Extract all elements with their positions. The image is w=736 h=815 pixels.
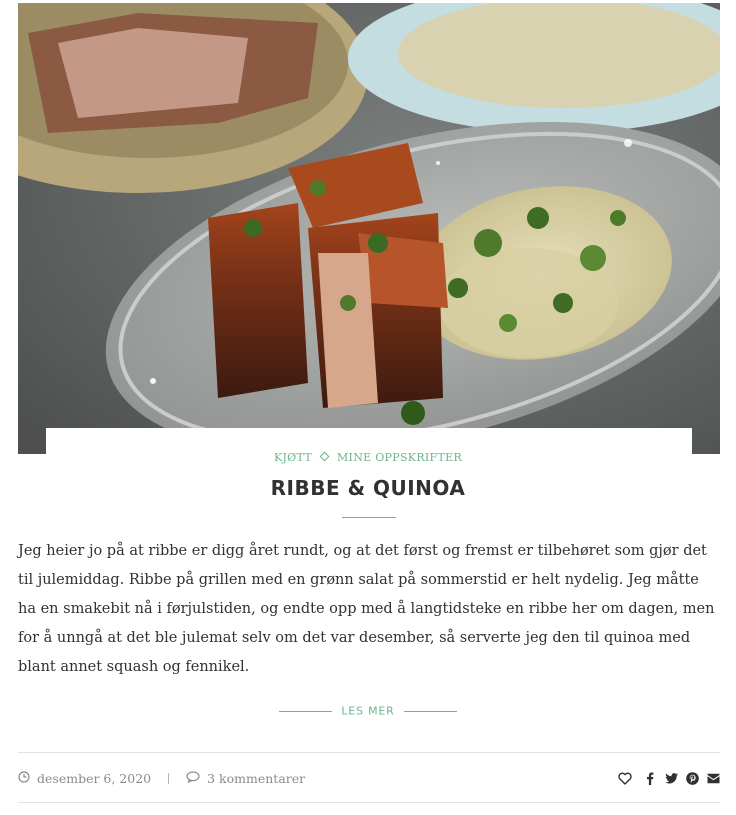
category-link-mine-oppskrifter[interactable]: MINE OPPSKRIFTER xyxy=(337,451,462,464)
category-separator xyxy=(319,451,330,462)
read-more: LES MER xyxy=(0,704,736,718)
read-more-line-right xyxy=(403,710,457,712)
featured-image[interactable] xyxy=(18,3,720,454)
post-title[interactable]: RIBBE & QUINOA xyxy=(0,476,736,500)
post-meta: desember 6, 2020 3 kommentarer xyxy=(18,769,720,789)
food-photo xyxy=(18,3,720,454)
email-icon[interactable] xyxy=(706,770,720,786)
title-divider xyxy=(342,517,396,518)
meta-top-divider xyxy=(18,752,720,753)
heart-icon[interactable] xyxy=(618,770,632,786)
meta-divider xyxy=(168,773,170,784)
speech-bubble-icon xyxy=(186,771,200,786)
twitter-icon[interactable] xyxy=(664,770,678,786)
read-more-link[interactable]: LES MER xyxy=(341,705,394,718)
post-comments-link[interactable]: 3 kommentarer xyxy=(207,771,305,786)
post-header xyxy=(46,428,692,518)
pinterest-icon[interactable] xyxy=(685,770,699,786)
read-more-line-left xyxy=(279,710,333,712)
facebook-icon[interactable] xyxy=(643,770,657,786)
category-link-kjott[interactable]: KJØTT xyxy=(274,451,312,464)
meta-bottom-divider xyxy=(18,802,720,803)
clock-icon xyxy=(18,771,30,786)
post-excerpt: Jeg heier jo på at ribbe er digg året ru… xyxy=(18,543,715,675)
post-date[interactable]: desember 6, 2020 xyxy=(37,771,151,786)
post-categories: KJØTT MINE OPPSKRIFTER xyxy=(0,451,736,464)
